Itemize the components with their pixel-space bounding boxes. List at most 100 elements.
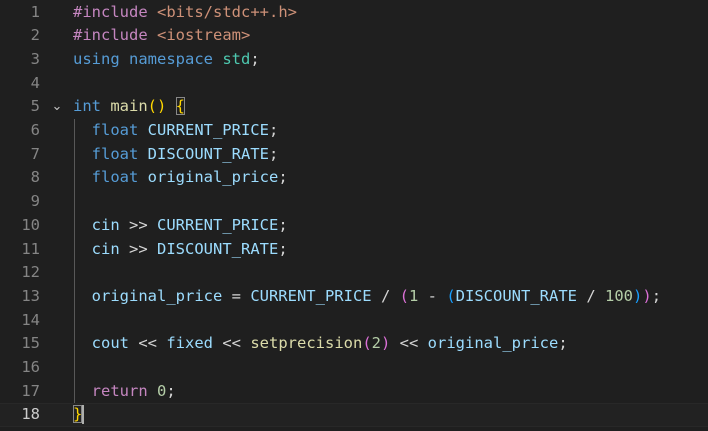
code-token: ; <box>250 49 260 68</box>
code-token: CURRENT_PRICE <box>147 121 269 139</box>
line-code: float original_price; <box>73 166 288 190</box>
indent-guide <box>74 118 75 403</box>
line-number: 3 <box>30 49 40 68</box>
line-code: int main() { <box>73 95 185 119</box>
code-line[interactable]: 14 <box>0 309 708 333</box>
code-token: ) <box>381 334 400 353</box>
line-number: 9 <box>30 192 40 211</box>
code-line[interactable]: 3 using namespace std; <box>0 48 708 72</box>
code-token: cin <box>73 215 129 234</box>
line-number: 5 <box>30 97 40 116</box>
code-token: #include <box>73 26 157 45</box>
code-token: #include <box>73 2 157 21</box>
code-token: float <box>73 168 148 187</box>
code-token: <bits/stdc++.h> <box>157 2 297 21</box>
code-token: namespace <box>129 49 223 68</box>
line-number: 1 <box>30 2 40 21</box>
code-token: CURRENT_PRICE <box>250 286 381 305</box>
code-token: () <box>147 97 176 116</box>
code-token: <iostream> <box>157 26 251 45</box>
code-token: DISCOUNT_RATE <box>455 286 587 305</box>
line-code: float CURRENT_PRICE; <box>73 119 279 143</box>
code-line[interactable]: 2 #include <iostream> <box>0 24 708 48</box>
code-line[interactable]: 4 <box>0 72 708 96</box>
line-number: 2 <box>30 26 40 45</box>
line-code: float DISCOUNT_RATE; <box>73 143 279 167</box>
line-number: 15 <box>21 334 40 353</box>
fold-chevron-icon[interactable]: ⌄ <box>50 95 64 119</box>
line-number: 6 <box>30 121 40 139</box>
code-line[interactable]: 12 <box>0 261 708 285</box>
code-token: ) <box>633 286 643 305</box>
code-token: ; <box>651 286 662 305</box>
code-token: DISCOUNT_RATE <box>147 144 269 163</box>
code-token: >> <box>129 239 157 258</box>
code-token: ; <box>268 121 279 139</box>
code-token: / <box>586 286 605 305</box>
line-code: cout << fixed << setprecision(2) << orig… <box>73 332 568 356</box>
code-token: 100 <box>605 286 633 305</box>
text-cursor <box>82 405 84 425</box>
code-token: 2 <box>371 334 381 353</box>
code-line[interactable]: 13 original_price = CURRENT_PRICE / (1 -… <box>0 285 708 309</box>
code-token: main <box>110 97 148 116</box>
code-token: 0 <box>157 381 167 400</box>
code-line[interactable]: 9 <box>0 190 708 214</box>
code-line[interactable]: 10 cin >> CURRENT_PRICE; <box>0 214 708 238</box>
line-code: return 0; <box>73 380 176 404</box>
line-number: 11 <box>21 239 40 258</box>
code-token: >> <box>129 215 157 234</box>
code-token: using <box>73 49 129 68</box>
code-token: 1 <box>408 286 428 305</box>
code-line[interactable]: 6 float CURRENT_PRICE; <box>0 119 708 143</box>
code-token: ; <box>268 144 279 163</box>
code-line[interactable]: 15 cout << fixed << setprecision(2) << o… <box>0 332 708 356</box>
code-line[interactable]: 17 return 0; <box>0 380 708 404</box>
line-number: 4 <box>30 73 40 92</box>
line-code: #include <iostream> <box>73 24 250 48</box>
code-line[interactable]: 7 float DISCOUNT_RATE; <box>0 143 708 167</box>
code-token: << <box>399 334 428 353</box>
line-code: original_price = CURRENT_PRICE / (1 - (D… <box>73 285 661 309</box>
code-token: << <box>222 334 251 353</box>
line-code: cin >> CURRENT_PRICE; <box>73 214 288 238</box>
line-number: 16 <box>21 358 40 376</box>
code-line[interactable]: 8 float original_price; <box>0 166 708 190</box>
code-line[interactable]: 18} <box>0 403 708 428</box>
code-token: cout <box>73 334 139 353</box>
code-line[interactable]: 5 ⌄ int main() { <box>0 95 708 119</box>
code-token: ; <box>278 215 288 234</box>
code-token: float <box>73 121 148 139</box>
code-token: ( <box>446 286 456 305</box>
code-token: float <box>73 144 148 163</box>
code-token: original_price <box>427 334 559 353</box>
code-token: ; <box>166 381 176 400</box>
code-line[interactable]: 16 <box>0 356 708 380</box>
code-token: ( <box>362 334 372 353</box>
line-number: 13 <box>21 286 40 305</box>
code-token: ; <box>278 168 288 187</box>
code-token: { <box>175 97 185 116</box>
code-token: - <box>427 286 447 305</box>
code-token: DISCOUNT_RATE <box>157 239 279 258</box>
code-token: std <box>222 49 251 68</box>
line-number: 7 <box>30 144 40 163</box>
line-code: using namespace std; <box>73 48 260 72</box>
code-editor[interactable]: 1 #include <bits/stdc++.h> 2 #include <iost… <box>0 0 708 431</box>
code-token: CURRENT_PRICE <box>157 215 279 234</box>
code-token: return <box>73 381 157 400</box>
code-token: setprecision <box>250 334 363 353</box>
code-token: original_price <box>147 168 279 187</box>
line-number: 12 <box>21 263 40 282</box>
code-token: ) <box>642 286 652 305</box>
code-line[interactable]: 11 cin >> DISCOUNT_RATE; <box>0 238 708 262</box>
code-token: cin <box>73 239 129 258</box>
line-number: 18 <box>21 405 40 424</box>
line-code: #include <bits/stdc++.h> <box>73 1 297 25</box>
line-number: 17 <box>21 381 40 400</box>
code-token: original_price <box>73 286 232 305</box>
code-token: = <box>231 286 251 305</box>
line-number: 10 <box>21 215 40 234</box>
code-token: ; <box>558 334 568 353</box>
code-line[interactable]: 1 #include <bits/stdc++.h> <box>0 1 708 25</box>
